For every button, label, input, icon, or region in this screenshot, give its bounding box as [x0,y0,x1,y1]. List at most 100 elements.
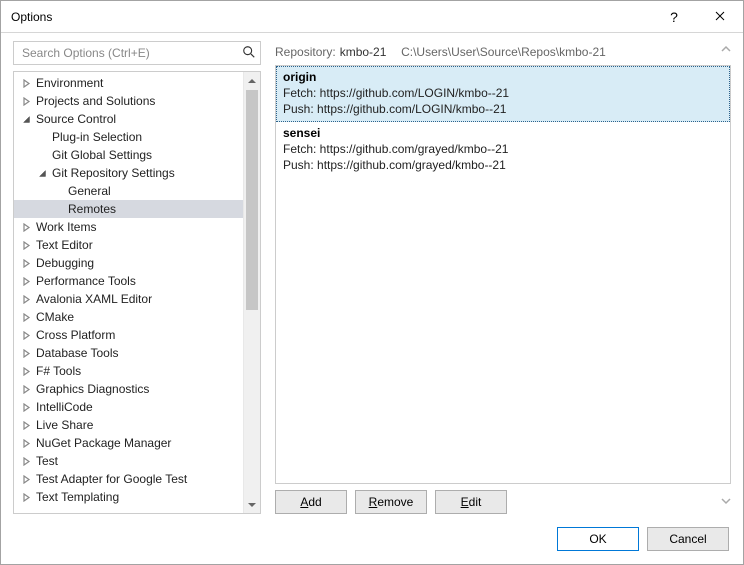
ok-button[interactable]: OK [557,527,639,551]
titlebar: Options ? [1,1,743,33]
tree-item[interactable]: Environment [14,74,243,92]
tree-item-label: Git Repository Settings [52,166,175,180]
chevron-right-icon[interactable] [20,439,32,448]
tree-item[interactable]: Git Global Settings [14,146,243,164]
scroll-up-button[interactable] [244,72,260,89]
edit-button[interactable]: Edit [435,490,507,514]
tree-item[interactable]: Cross Platform [14,326,243,344]
remote-name: sensei [283,125,723,141]
repository-path: C:\Users\User\Source\Repos\kmbo-21 [401,45,606,59]
tree-item[interactable]: Text Templating [14,488,243,506]
search-input[interactable] [20,45,242,61]
tree-item-label: Graphics Diagnostics [36,382,149,396]
close-button[interactable] [697,1,743,33]
tree-item-label: Avalonia XAML Editor [36,292,152,306]
tree-item-label: Source Control [36,112,116,126]
tree-item-label: CMake [36,310,74,324]
tree-item-label: Live Share [36,418,93,432]
remote-item[interactable]: senseiFetch: https://github.com/grayed/k… [276,122,730,178]
tree-item-label: Performance Tools [36,274,136,288]
tree-item-label: Environment [36,76,103,90]
scroll-down-button[interactable] [244,496,260,513]
tree-item[interactable]: Plug-in Selection [14,128,243,146]
tree-item-label: Remotes [68,202,116,216]
repository-label: Repository: [275,45,336,59]
add-button[interactable]: Add [275,490,347,514]
chevron-right-icon[interactable] [20,493,32,502]
tree-item[interactable]: NuGet Package Manager [14,434,243,452]
tree-item-label: Test [36,454,58,468]
chevron-right-icon[interactable] [20,367,32,376]
tree-item-label: Plug-in Selection [52,130,142,144]
tree-item[interactable]: Performance Tools [14,272,243,290]
remote-fetch: Fetch: https://github.com/grayed/kmbo--2… [283,141,723,157]
chevron-right-icon[interactable] [20,421,32,430]
tree-item[interactable]: IntelliCode [14,398,243,416]
tree-item[interactable]: Source Control [14,110,243,128]
chevron-right-icon[interactable] [20,313,32,322]
scroll-thumb[interactable] [246,90,258,310]
chevron-right-icon[interactable] [20,97,32,106]
tree-item[interactable]: Remotes [14,200,243,218]
tree-item[interactable]: F# Tools [14,362,243,380]
tree-item[interactable]: Test [14,452,243,470]
tree-item-label: Work Items [36,220,96,234]
chevron-down-icon[interactable] [721,495,731,509]
tree-item[interactable]: Graphics Diagnostics [14,380,243,398]
chevron-right-icon[interactable] [20,349,32,358]
chevron-right-icon[interactable] [20,331,32,340]
tree-item[interactable]: Projects and Solutions [14,92,243,110]
chevron-right-icon[interactable] [20,79,32,88]
tree-item[interactable]: Work Items [14,218,243,236]
tree-item[interactable]: Avalonia XAML Editor [14,290,243,308]
chevron-down-icon [248,498,256,512]
tree-item-label: Debugging [36,256,94,270]
tree-item[interactable]: Debugging [14,254,243,272]
chevron-right-icon[interactable] [20,241,32,250]
tree-item-label: Database Tools [36,346,119,360]
tree-item-label: NuGet Package Manager [36,436,171,450]
repository-header: Repository: kmbo-21 C:\Users\User\Source… [275,41,731,63]
tree-item-label: F# Tools [36,364,81,378]
chevron-right-icon[interactable] [20,385,32,394]
tree-item[interactable]: Live Share [14,416,243,434]
dialog-footer: OK Cancel [1,514,743,564]
remove-button[interactable]: Remove [355,490,427,514]
tree-item[interactable]: General [14,182,243,200]
chevron-down-icon[interactable] [36,169,48,178]
tree-item[interactable]: Text Editor [14,236,243,254]
tree-item[interactable]: CMake [14,308,243,326]
tree-item-label: Test Adapter for Google Test [36,472,187,486]
remotes-list[interactable]: originFetch: https://github.com/LOGIN/km… [275,65,731,484]
remote-push: Push: https://github.com/LOGIN/kmbo--21 [283,101,723,117]
remote-push: Push: https://github.com/grayed/kmbo--21 [283,157,723,173]
close-icon [715,10,725,24]
tree-item-label: General [68,184,111,198]
remote-item[interactable]: originFetch: https://github.com/LOGIN/km… [276,66,730,122]
chevron-up-icon[interactable] [721,43,731,57]
tree-item-label: Projects and Solutions [36,94,155,108]
chevron-down-icon[interactable] [20,115,32,124]
chevron-right-icon[interactable] [20,457,32,466]
chevron-up-icon [248,74,256,88]
help-button[interactable]: ? [651,1,697,33]
tree-item[interactable]: Git Repository Settings [14,164,243,182]
cancel-button[interactable]: Cancel [647,527,729,551]
tree-item-label: Git Global Settings [52,148,152,162]
tree-item-label: Text Editor [36,238,93,252]
search-box[interactable] [13,41,261,65]
options-tree[interactable]: Environment Projects and Solutions Source … [14,72,243,513]
tree-scrollbar[interactable] [243,72,260,513]
chevron-right-icon[interactable] [20,223,32,232]
tree-item-label: Cross Platform [36,328,115,342]
tree-item-label: IntelliCode [36,400,93,414]
chevron-right-icon[interactable] [20,475,32,484]
options-dialog: Options ? Environment Projects and Soluti… [0,0,744,565]
chevron-right-icon[interactable] [20,295,32,304]
window-title: Options [11,10,52,24]
chevron-right-icon[interactable] [20,259,32,268]
chevron-right-icon[interactable] [20,403,32,412]
tree-item[interactable]: Test Adapter for Google Test [14,470,243,488]
tree-item[interactable]: Database Tools [14,344,243,362]
chevron-right-icon[interactable] [20,277,32,286]
